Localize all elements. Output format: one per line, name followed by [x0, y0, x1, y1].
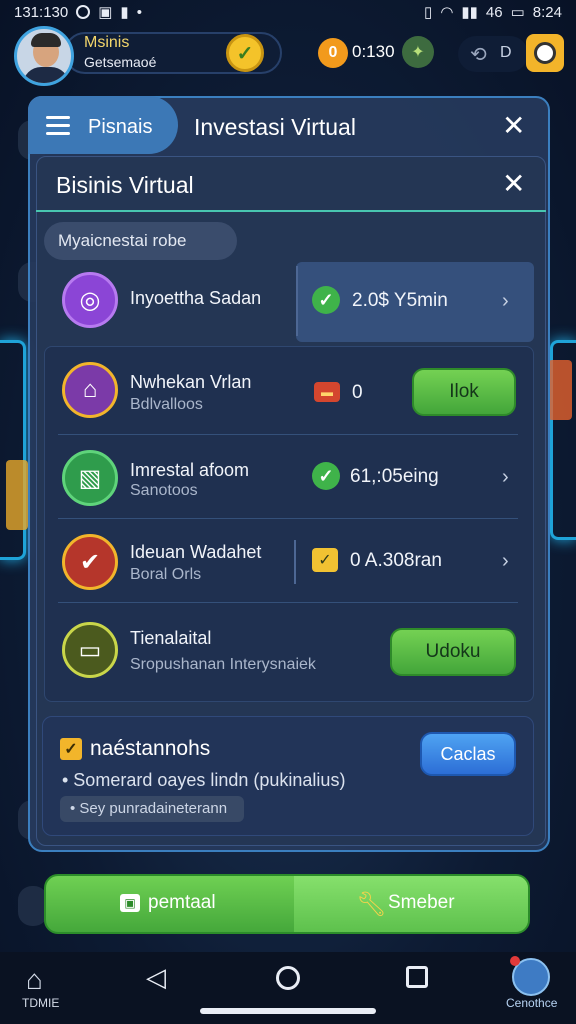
- row-value: 61,:05eing: [350, 466, 439, 487]
- home-indicator[interactable]: [200, 1008, 376, 1014]
- chart-icon: ▧: [62, 450, 118, 506]
- status-right-time: 8:24: [532, 3, 562, 21]
- house-upgrade-icon: ⌂: [62, 362, 118, 418]
- row-title: Inyoettha Sadan: [130, 288, 262, 308]
- home-label[interactable]: TDMIE: [22, 996, 59, 1010]
- screen-icon: ▭: [62, 622, 118, 678]
- mascot-icon[interactable]: [526, 34, 564, 72]
- background-sign-right: [548, 360, 572, 420]
- divider: [296, 266, 298, 336]
- leaf-icon[interactable]: ✦: [402, 36, 434, 68]
- vibrate-icon: ▯: [424, 4, 433, 21]
- row-title: Ideuan Wadahet: [130, 542, 262, 562]
- checkbox[interactable]: ✓: [60, 738, 82, 760]
- status-bar: 131:130 ▣ ▮ • ▯ ◠ ▮▮ 46 ▭ 8:24: [0, 0, 576, 24]
- wrench-icon: 🔧︎: [356, 891, 387, 918]
- player-name: Msinis: [84, 34, 130, 51]
- menu-icon[interactable]: [46, 116, 70, 135]
- row-title: Tienalaital: [130, 628, 212, 648]
- row-value: 2.0$ Y5min: [352, 290, 448, 311]
- row-action-button[interactable]: Ilok: [412, 368, 516, 416]
- player-tag: Getsemaoé: [84, 54, 157, 70]
- verified-badge-icon[interactable]: ✓: [226, 34, 264, 72]
- profile-label[interactable]: Cenothce: [506, 996, 557, 1010]
- row-value: 0 A.308ran: [350, 550, 442, 571]
- row-subtitle: Boral Orls: [130, 566, 202, 583]
- home-circle-icon[interactable]: [276, 966, 300, 990]
- image-icon: ▣: [120, 894, 140, 912]
- divider: [294, 540, 296, 584]
- notes-title: naéstannohs: [90, 737, 211, 760]
- chevron-right-icon[interactable]: ›: [502, 290, 509, 313]
- battery-icon: ▭: [510, 4, 525, 21]
- action-right-button[interactable]: Smeber: [388, 892, 455, 914]
- divider: [58, 434, 518, 435]
- coin-icon: 0: [318, 38, 348, 68]
- check-box-icon: ✓: [312, 548, 338, 572]
- notes-input[interactable]: • Sey punradaineterann: [60, 796, 244, 822]
- back-icon[interactable]: ◁: [146, 962, 166, 993]
- chevron-right-icon[interactable]: ›: [502, 550, 509, 573]
- background-sign-left: [6, 460, 28, 530]
- action-left-button[interactable]: pemtaal: [148, 892, 216, 914]
- card-icon: ▬: [314, 382, 340, 402]
- close-dialog-icon[interactable]: ✕: [502, 170, 525, 198]
- lock-icon: ▮: [120, 4, 129, 21]
- row-subtitle: Sanotoos: [130, 482, 198, 499]
- filter-chip[interactable]: Myaicnestai robe: [44, 222, 237, 260]
- row-subtitle: Sropushanan Interysnaiek: [130, 656, 316, 673]
- row-subtitle: Bdlvalloos: [130, 396, 203, 413]
- network-type: 46: [485, 3, 503, 21]
- tab-label: Pisnais: [88, 116, 153, 138]
- recents-icon[interactable]: [406, 966, 428, 988]
- wifi-icon: ◠: [440, 4, 454, 21]
- check-icon: ✓: [312, 462, 340, 490]
- dialog-title: Bisinis Virtual: [56, 172, 194, 198]
- avatar[interactable]: [14, 26, 74, 86]
- check-icon: ✓: [312, 286, 340, 314]
- panel-title: Investasi Virtual: [194, 114, 356, 140]
- notification-dot: [510, 956, 520, 966]
- row-action-button[interactable]: Udoku: [390, 628, 516, 676]
- signal-icon: ▮▮: [461, 4, 478, 21]
- status-time: 131:130: [14, 3, 69, 21]
- row-title: Nwhekan Vrlan: [130, 372, 252, 392]
- divider: [58, 518, 518, 519]
- top-bar: Msinis Getsemaoé ✓ 0 0:130 ✦ ⟲ D: [0, 26, 576, 86]
- chevron-right-icon[interactable]: ›: [502, 466, 509, 489]
- link-pill[interactable]: [458, 36, 528, 72]
- close-icon[interactable]: ✕: [502, 112, 525, 140]
- row-value: 0: [352, 382, 363, 403]
- divider: [58, 602, 518, 603]
- dot-icon: •: [136, 3, 142, 21]
- link-icon[interactable]: ⟲: [470, 42, 487, 67]
- top-counter: D: [500, 44, 512, 61]
- home-icon[interactable]: ⌂: [26, 964, 43, 996]
- cancel-button[interactable]: Caclas: [420, 732, 516, 776]
- chat-icon: ▣: [98, 4, 113, 21]
- row-title: Imrestal afoom: [130, 460, 250, 480]
- target-icon: ✔: [62, 534, 118, 590]
- coin-balance: 0:130: [352, 42, 395, 61]
- action-bar: [44, 874, 530, 934]
- notification-icon: [76, 5, 91, 19]
- notes-line: • Somerard oayes lindn (pukinalius): [62, 770, 346, 790]
- profile-search-icon: ◎: [62, 272, 118, 328]
